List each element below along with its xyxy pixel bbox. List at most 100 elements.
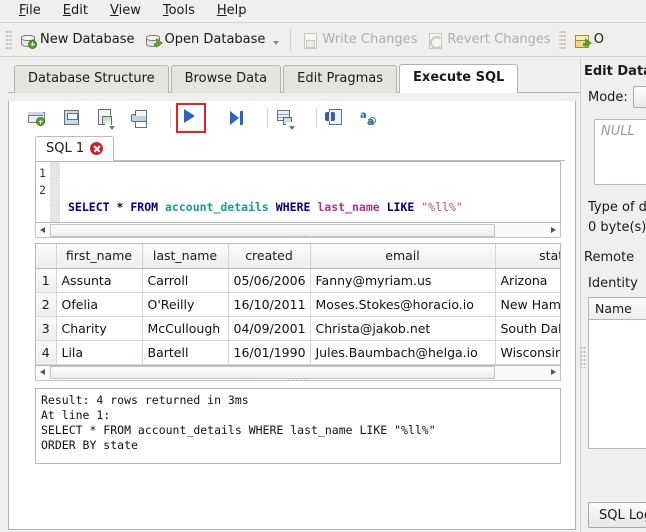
cell-first-name[interactable]: Lila xyxy=(56,340,142,364)
row-number[interactable]: 1 xyxy=(36,268,56,292)
new-database-button[interactable]: New Database xyxy=(15,29,140,51)
open-project-button[interactable]: O xyxy=(569,29,609,51)
cell-created[interactable]: 16/10/2011 xyxy=(228,292,310,316)
cell-email[interactable]: Jules.Baumbach@helga.io xyxy=(310,340,495,364)
menu-edit[interactable]: Edit xyxy=(52,1,99,21)
row-number[interactable]: 3 xyxy=(36,316,56,340)
results-hscrollbar[interactable] xyxy=(35,366,561,381)
tab-execute-sql[interactable]: Execute SQL xyxy=(399,64,518,93)
dock-drag-handle[interactable] xyxy=(580,346,586,368)
toolbar-drag-handle-2[interactable] xyxy=(559,29,566,51)
menu-tools[interactable]: Tools xyxy=(152,1,206,21)
revert-changes-icon xyxy=(427,32,443,48)
mode-label: Mode: xyxy=(588,90,628,105)
write-changes-label: Write Changes xyxy=(322,32,417,47)
remote-identity-list[interactable]: Name xyxy=(588,297,646,449)
table-row[interactable]: 1 Assunta Carroll 05/06/2006 Fanny@myria… xyxy=(36,268,561,292)
sql-toolbar-separator-2 xyxy=(267,108,268,128)
scroll-left-icon[interactable] xyxy=(36,366,50,379)
sql-subtab-1[interactable]: SQL 1 xyxy=(35,136,114,161)
menubar: File Edit View Tools Help xyxy=(0,0,646,23)
sql-toolbar-separator-1 xyxy=(170,108,171,128)
tab-edit-pragmas[interactable]: Edit Pragmas xyxy=(283,65,397,93)
new-database-icon xyxy=(20,32,36,48)
write-changes-button[interactable]: Write Changes xyxy=(297,29,422,51)
splitter-grip[interactable] xyxy=(287,377,309,381)
row-number-header[interactable] xyxy=(36,244,56,268)
sql-editor[interactable]: 1 2 SELECT * FROM account_details WHERE … xyxy=(35,161,561,223)
table-row[interactable]: 3 Charity McCullough 04/09/2001 Christa@… xyxy=(36,316,561,340)
cell-state[interactable]: South Dakota xyxy=(495,316,561,340)
cell-state[interactable]: New Hampshire xyxy=(495,292,561,316)
cell-first-name[interactable]: Ofelia xyxy=(56,292,142,316)
cell-state[interactable]: Wisconsin xyxy=(495,340,561,364)
find-in-editor-icon[interactable] xyxy=(324,107,346,129)
cell-created[interactable]: 05/06/2006 xyxy=(228,268,310,292)
cell-last-name[interactable]: O'Reilly xyxy=(142,292,228,316)
open-database-button[interactable]: Open Database xyxy=(140,29,285,51)
remote-section-title: Remote xyxy=(580,247,646,267)
scroll-right-icon[interactable] xyxy=(546,366,560,379)
tab-browse-data-label: Browse Data xyxy=(185,71,268,86)
sql-log-button[interactable]: SQL Log xyxy=(588,502,646,528)
tab-execute-sql-label: Execute SQL xyxy=(413,70,504,85)
results-table-container[interactable]: first_name last_name created email state… xyxy=(35,243,561,366)
sql-result-log[interactable]: Result: 4 rows returned in 3ms At line 1… xyxy=(35,388,561,464)
open-database-dropdown-arrow[interactable] xyxy=(273,41,279,45)
row-number[interactable]: 2 xyxy=(36,292,56,316)
menu-file[interactable]: File xyxy=(8,1,52,21)
results-hscroll-thumb[interactable] xyxy=(50,366,495,379)
sql-editor-code[interactable]: SELECT * FROM account_details WHERE last… xyxy=(60,162,560,222)
column-header-first-name[interactable]: first_name xyxy=(56,244,142,268)
cell-last-name[interactable]: McCullough xyxy=(142,316,228,340)
revert-changes-button[interactable]: Revert Changes xyxy=(422,29,555,51)
column-header-email[interactable]: email xyxy=(310,244,495,268)
cell-email[interactable]: Moses.Stokes@horacio.io xyxy=(310,292,495,316)
execute-sql-pane: aa SQL 1 1 2 SELECT * FROM account_detai… xyxy=(8,101,576,530)
splitter-grip[interactable] xyxy=(287,234,309,238)
open-sql-tab-icon[interactable] xyxy=(27,107,49,129)
column-header-state[interactable]: state xyxy=(495,244,561,268)
cell-first-name[interactable]: Assunta xyxy=(56,268,142,292)
format-sql-icon[interactable]: aa xyxy=(358,107,380,129)
scroll-left-icon[interactable] xyxy=(36,224,50,237)
mode-select[interactable] xyxy=(633,86,646,108)
cell-email[interactable]: Fanny@myriam.us xyxy=(310,268,495,292)
cell-value-editor[interactable]: NULL xyxy=(594,119,646,185)
sql-editor-hscrollbar[interactable] xyxy=(35,223,561,238)
list-column-header-name[interactable]: Name xyxy=(589,298,646,320)
sql-toolbar-separator-3 xyxy=(316,108,317,128)
print-icon[interactable] xyxy=(129,107,151,129)
menu-help[interactable]: Help xyxy=(206,1,258,21)
tab-database-structure[interactable]: Database Structure xyxy=(14,65,169,93)
menu-view-mnemonic: V xyxy=(110,3,119,18)
cell-size-label: 0 byte(s) xyxy=(580,217,646,237)
cell-created[interactable]: 04/09/2001 xyxy=(228,316,310,340)
cell-state[interactable]: Arizona xyxy=(495,268,561,292)
execute-current-line-button[interactable] xyxy=(226,107,248,129)
column-header-created[interactable]: created xyxy=(228,244,310,268)
column-header-last-name[interactable]: last_name xyxy=(142,244,228,268)
save-sql-file-icon[interactable] xyxy=(95,107,117,129)
toolbar-drag-handle[interactable] xyxy=(5,29,12,51)
table-row[interactable]: 4 Lila Bartell 16/01/1990 Jules.Baumbach… xyxy=(36,340,561,364)
sql-subtab-strip: SQL 1 xyxy=(35,135,575,161)
cell-last-name[interactable]: Carroll xyxy=(142,268,228,292)
cell-first-name[interactable]: Charity xyxy=(56,316,142,340)
save-results-view-icon[interactable] xyxy=(275,107,297,129)
scroll-right-icon[interactable] xyxy=(546,224,560,237)
sql-code-line-1: SELECT * FROM account_details WHERE last… xyxy=(68,199,560,216)
close-icon[interactable] xyxy=(90,142,103,155)
open-sql-file-icon[interactable] xyxy=(61,107,83,129)
cell-created[interactable]: 16/01/1990 xyxy=(228,340,310,364)
tab-browse-data[interactable]: Browse Data xyxy=(171,65,282,93)
sql-editor-hscroll-thumb[interactable] xyxy=(50,224,495,237)
menu-view[interactable]: View xyxy=(99,1,152,21)
line-number: 2 xyxy=(39,182,50,199)
cell-email[interactable]: Christa@jakob.net xyxy=(310,316,495,340)
execute-all-button[interactable] xyxy=(178,105,204,131)
dock-divider xyxy=(580,58,581,532)
row-number[interactable]: 4 xyxy=(36,340,56,364)
cell-last-name[interactable]: Bartell xyxy=(142,340,228,364)
table-row[interactable]: 2 Ofelia O'Reilly 16/10/2011 Moses.Stoke… xyxy=(36,292,561,316)
